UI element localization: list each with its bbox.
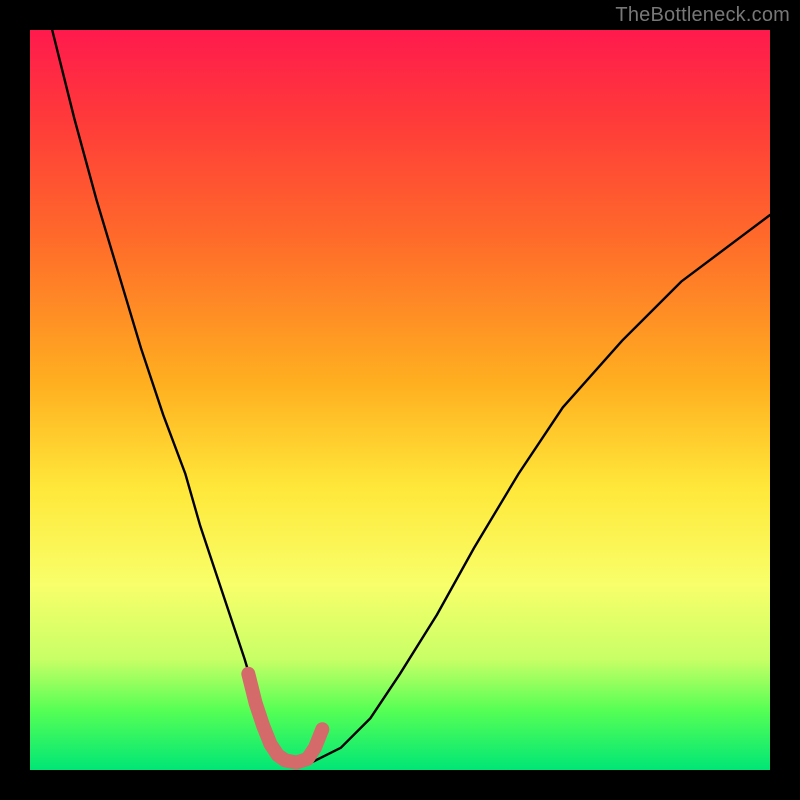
curve-layer xyxy=(30,30,770,770)
watermark-text: TheBottleneck.com xyxy=(615,4,790,27)
chart-frame: TheBottleneck.com xyxy=(0,0,800,800)
bottleneck-curve xyxy=(52,30,770,763)
highlight-segment xyxy=(248,674,322,763)
